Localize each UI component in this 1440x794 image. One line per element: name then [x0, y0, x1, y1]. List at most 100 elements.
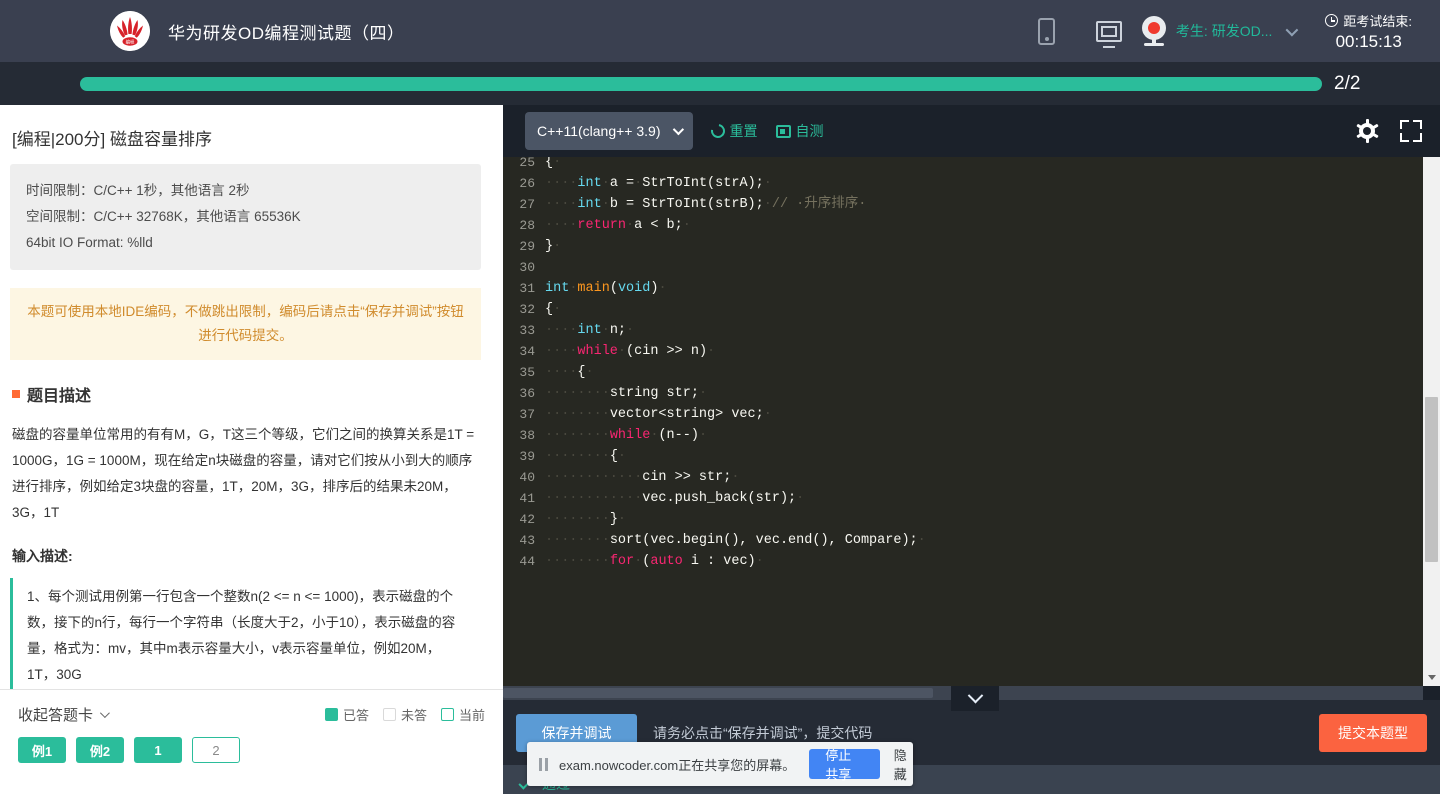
- code-line-text: ········vector<string> vec;·: [545, 407, 772, 422]
- code-line: 39 ········{·: [503, 446, 1423, 467]
- chevron-down-icon: [99, 708, 110, 719]
- timer-label: 距考试结束:: [1343, 13, 1412, 29]
- description-heading-text: 题目描述: [27, 388, 92, 405]
- stop-sharing-button[interactable]: 停止共享: [809, 748, 880, 782]
- candidate-menu[interactable]: 考生: 研发OD...: [1140, 16, 1299, 46]
- code-line-number: 30: [519, 260, 535, 275]
- selftest-button[interactable]: 自测: [775, 121, 824, 141]
- share-message: exam.nowcoder.com正在共享您的屏幕。: [559, 757, 796, 773]
- svg-text:编程: 编程: [126, 38, 135, 45]
- huawei-logo-icon: 编程: [110, 11, 150, 51]
- ide-notice: 本题可使用本地IDE编码，不做跳出限制，编码后请点击“保存并调试”按钮进行代码提…: [10, 288, 481, 360]
- answer-legend: 已答 未答 当前: [324, 705, 485, 724]
- code-line-text: ········while·(n--)·: [545, 428, 708, 443]
- code-line: 28 ····return·a < b;·: [503, 215, 1423, 236]
- timer-value: 00:15:13: [1335, 31, 1402, 51]
- code-line-number: 35: [519, 365, 535, 380]
- expand-code-toggle[interactable]: [951, 686, 999, 711]
- code-line-number: 28: [519, 218, 535, 233]
- code-line: 33 ····int·n;·: [503, 320, 1423, 341]
- question-button-ex1[interactable]: 例1: [18, 737, 66, 763]
- code-line-number: 43: [519, 533, 535, 548]
- question-button-1[interactable]: 1: [134, 737, 182, 763]
- question-button-2[interactable]: 2: [192, 737, 240, 763]
- desktop-monitor-button[interactable]: [1078, 0, 1140, 62]
- submit-button[interactable]: 提交本题型: [1319, 713, 1427, 752]
- code-line: 36 ········string str;·: [503, 383, 1423, 404]
- code-line: 38 ········while·(n--)·: [503, 425, 1423, 446]
- code-hscrollbar-thumb[interactable]: [503, 688, 933, 698]
- code-line: 43 ········sort(vec.begin(), vec.end(), C…: [503, 530, 1423, 551]
- clock-icon: [1325, 13, 1339, 27]
- code-editor[interactable]: 24bool Compare(const string &strA, const…: [503, 142, 1423, 686]
- reset-button[interactable]: 重置: [707, 121, 758, 141]
- code-line: 41 ············vec.push_back(str);·: [503, 488, 1423, 509]
- limit-memory: 空间限制：C/C++ 32768K，其他语言 65536K: [26, 209, 301, 224]
- expand-icon[interactable]: [1400, 120, 1422, 142]
- code-lines: 24bool Compare(const string &strA, const…: [503, 142, 1423, 572]
- reset-label: 重置: [729, 123, 758, 139]
- code-line-number: 36: [519, 386, 535, 401]
- action-hint: 请务必点击“保存并调试”，提交代码: [653, 724, 873, 741]
- terminal-icon: [775, 124, 791, 138]
- progress-count: 2/2: [1334, 72, 1361, 94]
- camera-icon: [1140, 16, 1168, 46]
- code-line-text: ····int·b = StrToInt(strB);·// ·升序排序·: [545, 197, 867, 212]
- code-line-text: ····{·: [545, 365, 594, 380]
- legend-swatch-unanswered: [382, 708, 396, 721]
- selftest-label: 自测: [795, 123, 824, 139]
- code-line-number: 38: [519, 428, 535, 443]
- problem-title: [编程|200分] 磁盘容量排序: [12, 130, 212, 149]
- progress-bar: [80, 76, 1322, 91]
- code-panel: 24bool Compare(const string &strA, const…: [503, 105, 1440, 794]
- code-line-number: 39: [519, 449, 535, 464]
- monitor-icon: [1095, 20, 1122, 42]
- language-select[interactable]: C++11(clang++ 3.9): [525, 112, 693, 150]
- code-line-number: 32: [519, 302, 535, 317]
- logo-wrap: 编程 华为研发OD编程测试题（四）: [110, 11, 405, 51]
- code-line: 42 ········}·: [503, 509, 1423, 530]
- limit-time: 时间限制：C/C++ 1秒，其他语言 2秒: [26, 183, 250, 198]
- code-line-number: 34: [519, 344, 535, 359]
- phone-icon: [1038, 17, 1056, 45]
- code-scrollbar[interactable]: [1423, 142, 1440, 686]
- legend-swatch-current: [440, 708, 454, 721]
- question-button-ex2[interactable]: 例2: [76, 737, 124, 763]
- input-line-1: 1、每个测试用例第一行包含一个整数n(2 <= n <= 1000)，表示磁盘的…: [27, 589, 456, 682]
- legend-unanswered: 未答: [382, 705, 427, 724]
- hide-share-button[interactable]: 隐藏: [894, 745, 913, 783]
- collapse-label: 收起答题卡: [18, 707, 94, 724]
- mobile-monitor-button[interactable]: [1016, 0, 1078, 62]
- code-line-text: ········string str;·: [545, 386, 708, 401]
- code-line-text: ····int·n;·: [545, 323, 635, 338]
- refresh-icon: [707, 121, 728, 141]
- code-line-text: ········}·: [545, 512, 627, 527]
- code-line: 27 ····int·b = StrToInt(strB);·// ·升序排序·: [503, 194, 1423, 215]
- code-scroll-down-arrow[interactable]: [1423, 669, 1440, 686]
- code-line-number: 37: [519, 407, 535, 422]
- header-right-tools: 考生: 研发OD... 距考试结束: 00:15:13: [1016, 0, 1440, 62]
- code-line-number: 40: [519, 470, 535, 485]
- input-description: 1、每个测试用例第一行包含一个整数n(2 <= n <= 1000)，表示磁盘的…: [10, 578, 481, 689]
- legend-answered: 已答: [324, 705, 369, 724]
- code-line: 29}·: [503, 236, 1423, 257]
- code-line: 37 ········vector<string> vec;·: [503, 404, 1423, 425]
- code-line-text: {·: [545, 302, 562, 317]
- code-line-text: }·: [545, 239, 562, 254]
- gear-icon[interactable]: [1355, 119, 1379, 143]
- code-scrollbar-thumb[interactable]: [1425, 397, 1438, 562]
- chevron-down-icon: [672, 123, 684, 136]
- question-buttons: 例1 例2 1 2: [0, 725, 503, 763]
- legend-unanswered-label: 未答: [400, 708, 427, 723]
- code-line-number: 41: [519, 491, 535, 506]
- code-line: 30: [503, 257, 1423, 278]
- code-line-text: ········{·: [545, 449, 627, 464]
- code-line-text: ············cin >> str;·: [545, 470, 740, 485]
- chevron-down-icon: [1285, 23, 1299, 36]
- collapse-answer-card-button[interactable]: 收起答题卡: [18, 704, 110, 725]
- legend-swatch-answered: [324, 708, 338, 721]
- language-value: C++11(clang++ 3.9): [537, 123, 661, 139]
- legend-answered-label: 已答: [342, 708, 369, 723]
- screen-share-bar: exam.nowcoder.com正在共享您的屏幕。 停止共享 隐藏: [527, 742, 913, 786]
- code-line-text: int·main(void)·: [545, 281, 667, 296]
